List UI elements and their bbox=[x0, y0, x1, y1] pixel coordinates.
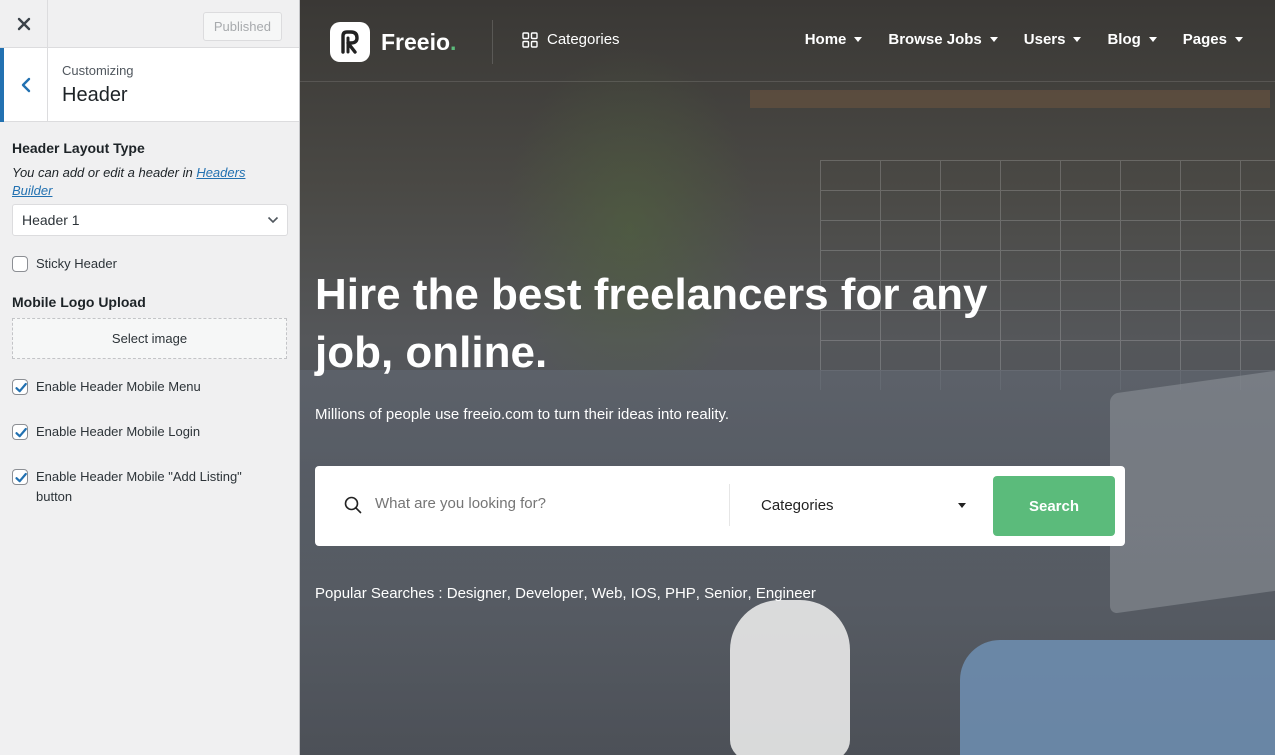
grid-icon bbox=[522, 31, 538, 48]
section-title: Header bbox=[62, 84, 128, 106]
popular-term-link[interactable]: Senior bbox=[704, 585, 747, 602]
category-select[interactable]: Categories bbox=[761, 497, 966, 514]
background-feet bbox=[730, 600, 850, 755]
sticky-header-option[interactable]: Sticky Header bbox=[12, 254, 287, 274]
popular-term-link[interactable]: PHP bbox=[665, 585, 696, 602]
customizer-sidebar: Published Customizing Header Header Layo… bbox=[0, 0, 300, 755]
logo-mark-icon bbox=[330, 22, 370, 62]
checkmark-icon bbox=[15, 472, 27, 483]
categories-label: Categories bbox=[547, 31, 620, 48]
search-separator bbox=[729, 484, 730, 526]
search-form: Categories Search bbox=[315, 466, 1125, 546]
menu-item-pages[interactable]: Pages bbox=[1183, 31, 1243, 48]
checkmark-icon bbox=[15, 382, 27, 393]
caret-down-icon bbox=[989, 37, 998, 42]
site-preview: Freeio. Categories Home Browse Jobs User… bbox=[300, 0, 1275, 755]
background-jeans bbox=[960, 640, 1275, 755]
mobile-menu-label: Enable Header Mobile Menu bbox=[36, 379, 201, 394]
popular-term-link[interactable]: Web bbox=[592, 585, 623, 602]
header-layout-select[interactable]: Header 1 bbox=[12, 204, 288, 236]
popular-searches: Popular Searches : Designer, Developer, … bbox=[315, 585, 816, 602]
site-logo[interactable]: Freeio. bbox=[330, 22, 456, 62]
search-input[interactable] bbox=[375, 495, 715, 512]
mobile-add-listing-option[interactable]: Enable Header Mobile "Add Listing" butto… bbox=[12, 467, 287, 507]
customizer-controls: Header Layout Type You can add or edit a… bbox=[0, 140, 299, 507]
menu-item-browse-jobs[interactable]: Browse Jobs bbox=[888, 31, 998, 48]
main-menu: Home Browse Jobs Users Blog Pages bbox=[779, 31, 1243, 48]
nav-divider bbox=[492, 20, 493, 64]
popular-searches-label: Popular Searches : bbox=[315, 585, 443, 602]
customizing-label: Customizing bbox=[62, 63, 134, 78]
background-laptop bbox=[1110, 365, 1275, 615]
mobile-add-listing-checkbox[interactable] bbox=[12, 469, 28, 485]
categories-menu[interactable]: Categories bbox=[522, 31, 620, 48]
popular-term-link[interactable]: Designer bbox=[447, 585, 507, 602]
hero-title: Hire the best freelancers for any job, o… bbox=[315, 270, 988, 377]
sticky-header-checkbox[interactable] bbox=[12, 256, 28, 272]
menu-item-home[interactable]: Home bbox=[805, 31, 863, 48]
mobile-login-checkbox[interactable] bbox=[12, 424, 28, 440]
caret-down-icon bbox=[958, 503, 966, 508]
caret-down-icon bbox=[1235, 37, 1243, 42]
background-shelf bbox=[750, 90, 1270, 108]
section-header-panel: Customizing Header bbox=[0, 48, 299, 122]
site-header: Freeio. Categories Home Browse Jobs User… bbox=[300, 0, 1275, 82]
caret-down-icon bbox=[1148, 37, 1157, 42]
close-icon bbox=[17, 17, 30, 31]
mobile-logo-title: Mobile Logo Upload bbox=[12, 294, 146, 310]
search-icon bbox=[344, 496, 362, 514]
mobile-menu-option[interactable]: Enable Header Mobile Menu bbox=[12, 377, 287, 397]
caret-down-icon bbox=[1073, 37, 1082, 42]
menu-label: Pages bbox=[1182, 31, 1227, 48]
hero-subtitle: Millions of people use freeio.com to tur… bbox=[315, 406, 730, 423]
mobile-login-label: Enable Header Mobile Login bbox=[36, 424, 201, 439]
menu-label: Home bbox=[804, 31, 847, 48]
mobile-add-listing-label: Enable Header Mobile "Add Listing" butto… bbox=[36, 469, 242, 504]
popular-term-link[interactable]: Engineer bbox=[756, 585, 816, 602]
chevron-left-icon bbox=[21, 77, 30, 93]
header-layout-title: Header Layout Type bbox=[12, 140, 145, 156]
search-button[interactable]: Search bbox=[993, 476, 1115, 536]
header-layout-description: You can add or edit a header in Headers … bbox=[12, 164, 287, 200]
menu-item-blog[interactable]: Blog bbox=[1107, 31, 1157, 48]
chevron-down-icon bbox=[267, 216, 279, 224]
logo-dot: . bbox=[450, 28, 457, 55]
sticky-header-label: Sticky Header bbox=[36, 256, 117, 271]
customizer-header: Published bbox=[0, 0, 299, 48]
back-button[interactable] bbox=[0, 48, 48, 122]
logo-wordmark: Freeio bbox=[381, 28, 451, 55]
menu-label: Users bbox=[1023, 31, 1066, 48]
published-button[interactable]: Published bbox=[202, 12, 282, 41]
mobile-menu-checkbox[interactable] bbox=[12, 379, 28, 395]
mobile-login-option[interactable]: Enable Header Mobile Login bbox=[12, 422, 287, 442]
logo-text: Freeio. bbox=[381, 29, 456, 56]
header-layout-select-value: Header 1 bbox=[22, 212, 80, 228]
caret-down-icon bbox=[854, 37, 863, 42]
menu-label: Browse Jobs bbox=[888, 31, 982, 48]
menu-item-users[interactable]: Users bbox=[1024, 31, 1082, 48]
checkmark-icon bbox=[15, 427, 27, 438]
popular-term-link[interactable]: Developer bbox=[515, 585, 583, 602]
description-text: You can add or edit a header in bbox=[12, 165, 197, 180]
category-select-value: Categories bbox=[761, 497, 834, 514]
close-customizer-button[interactable] bbox=[0, 0, 48, 48]
select-image-button[interactable]: Select image bbox=[12, 318, 287, 359]
popular-term-link[interactable]: IOS bbox=[631, 585, 657, 602]
menu-label: Blog bbox=[1107, 31, 1141, 48]
